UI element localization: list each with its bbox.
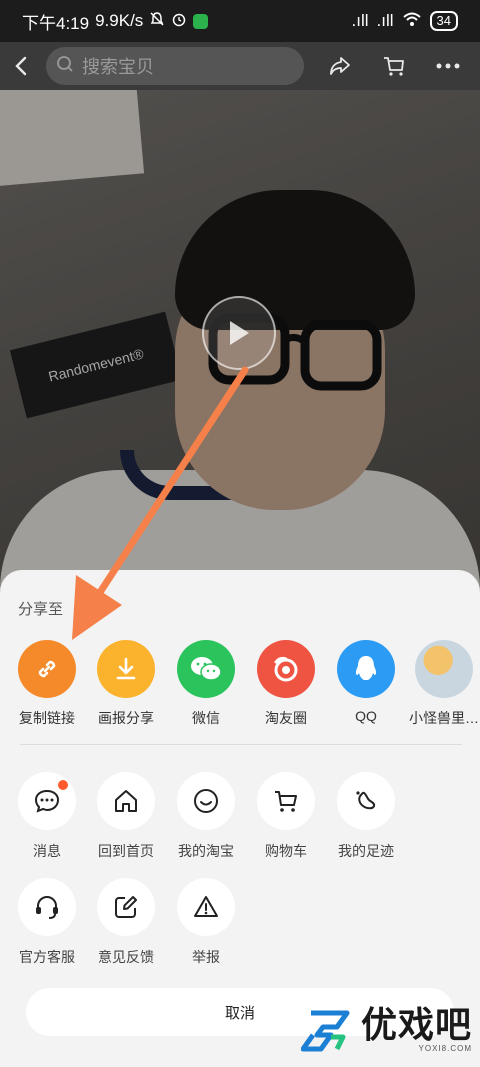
app-notification-icon bbox=[193, 13, 209, 29]
action-report[interactable]: 举报 bbox=[166, 878, 246, 967]
action-home[interactable]: 回到首页 bbox=[86, 772, 166, 861]
share-label: QQ bbox=[355, 708, 377, 724]
status-net-speed: 9.9K/s bbox=[95, 11, 144, 30]
share-label: 复制链接 bbox=[19, 710, 75, 726]
share-sheet-title: 分享至 bbox=[18, 601, 64, 618]
action-customer-service[interactable]: 官方客服 bbox=[7, 878, 87, 967]
smile-icon bbox=[177, 772, 235, 830]
edit-icon bbox=[97, 878, 155, 936]
watermark-icon bbox=[300, 1010, 350, 1052]
action-label: 我的足迹 bbox=[338, 843, 394, 859]
action-cart[interactable]: 购物车 bbox=[246, 772, 326, 861]
cart-icon[interactable] bbox=[382, 55, 406, 77]
share-qq[interactable]: QQ bbox=[326, 640, 406, 724]
divider bbox=[20, 744, 462, 745]
battery-indicator: 34 bbox=[429, 11, 458, 31]
action-label: 官方客服 bbox=[19, 949, 75, 965]
top-bar: 搜索宝贝 bbox=[0, 42, 480, 90]
share-copy-link[interactable]: 复制链接 bbox=[7, 640, 87, 728]
watermark-sub: YOXI8.COM bbox=[418, 1044, 472, 1053]
headset-icon bbox=[18, 878, 76, 936]
link-icon bbox=[18, 640, 76, 698]
action-my-taobao[interactable]: 我的淘宝 bbox=[166, 772, 246, 861]
action-feedback[interactable]: 意见反馈 bbox=[86, 878, 166, 967]
share-label: 微信 bbox=[192, 710, 220, 726]
share-poster[interactable]: 画报分享 bbox=[86, 640, 166, 728]
message-icon bbox=[18, 772, 76, 830]
alarm-icon bbox=[171, 11, 187, 32]
watermark-logo: 优戏吧 YOXI8.COM bbox=[300, 1004, 472, 1053]
share-wechat[interactable]: 微信 bbox=[166, 640, 246, 728]
notification-badge bbox=[58, 780, 68, 790]
home-icon bbox=[97, 772, 155, 830]
share-contact[interactable]: 小怪兽里… bbox=[404, 640, 480, 728]
signal-icon-1: .ıll bbox=[351, 11, 369, 30]
product-video[interactable]: Randomevent® bbox=[0, 90, 480, 590]
footprint-icon bbox=[337, 772, 395, 830]
action-label: 举报 bbox=[192, 949, 220, 965]
action-footprint[interactable]: 我的足迹 bbox=[326, 772, 406, 861]
more-icon[interactable] bbox=[436, 62, 460, 70]
back-icon[interactable] bbox=[14, 56, 28, 76]
qq-icon bbox=[337, 640, 395, 698]
action-label: 回到首页 bbox=[98, 843, 154, 859]
mute-icon bbox=[149, 11, 165, 32]
share-sheet: 分享至 复制链接 画报分享 微信 淘友圈 QQ 小怪兽里… 消息 回到首页 我的… bbox=[0, 570, 480, 1067]
share-targets-row: 复制链接 画报分享 微信 淘友圈 QQ 小怪兽里… bbox=[0, 640, 480, 740]
action-label: 我的淘宝 bbox=[178, 843, 234, 859]
action-label: 消息 bbox=[33, 843, 61, 859]
avatar-icon bbox=[415, 640, 473, 698]
download-icon bbox=[97, 640, 155, 698]
action-label: 购物车 bbox=[265, 843, 307, 859]
share-label: 淘友圈 bbox=[265, 710, 307, 726]
action-label: 意见反馈 bbox=[98, 949, 154, 965]
status-bar: 下午4:19 9.9K/s .ıll .ıll 34 bbox=[0, 0, 480, 42]
watermark-text: 优戏吧 bbox=[360, 1004, 472, 1045]
play-button[interactable] bbox=[202, 296, 276, 370]
cart-icon bbox=[257, 772, 315, 830]
search-placeholder: 搜索宝贝 bbox=[82, 57, 154, 77]
signal-icon-2: .ıll bbox=[376, 11, 394, 30]
search-input[interactable]: 搜索宝贝 bbox=[46, 47, 304, 85]
play-icon bbox=[230, 321, 249, 345]
share-icon[interactable] bbox=[328, 55, 352, 77]
share-taoyou[interactable]: 淘友圈 bbox=[246, 640, 326, 728]
warning-icon bbox=[177, 878, 235, 936]
search-icon bbox=[56, 55, 74, 78]
share-label: 画报分享 bbox=[98, 710, 154, 726]
wechat-icon bbox=[177, 640, 235, 698]
status-time: 下午4:19 bbox=[22, 13, 90, 33]
share-label: 小怪兽里… bbox=[409, 710, 479, 726]
wifi-icon bbox=[402, 11, 422, 32]
action-message[interactable]: 消息 bbox=[7, 772, 87, 861]
taoyou-icon bbox=[257, 640, 315, 698]
